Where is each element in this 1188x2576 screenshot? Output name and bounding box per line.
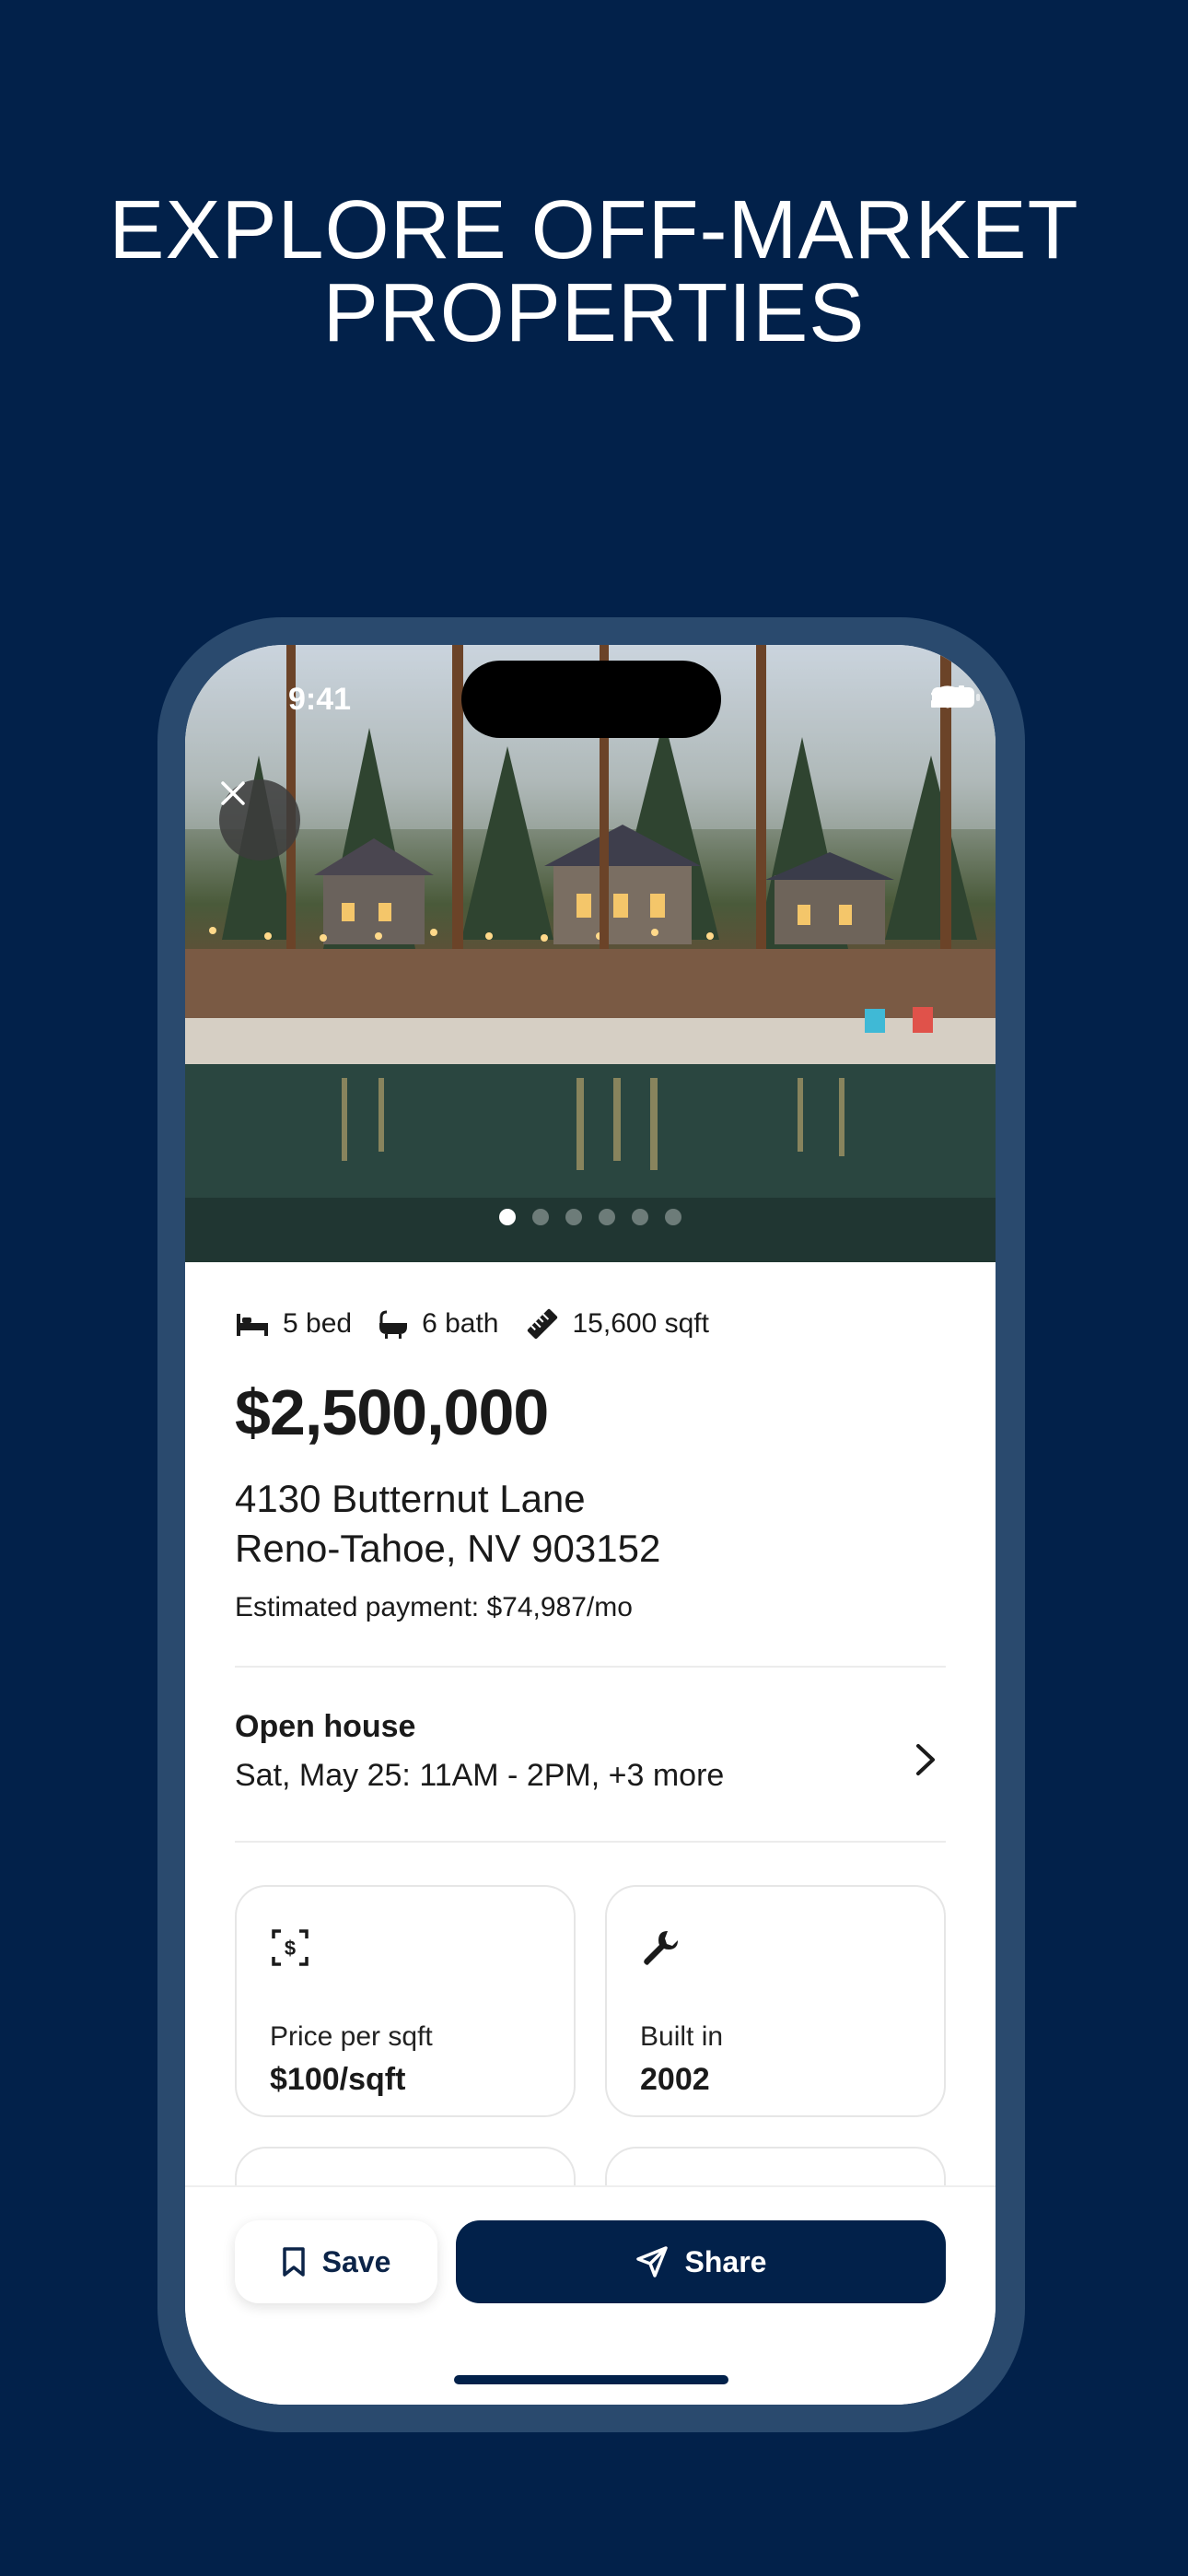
phone-screen: 9:41 5 bed 6 bath 15,600 sqft $2,500,000… xyxy=(185,645,996,2405)
gallery-dot[interactable] xyxy=(599,1209,615,1225)
gallery-dot[interactable] xyxy=(499,1209,516,1225)
divider xyxy=(235,1666,946,1668)
home-indicator xyxy=(454,2375,728,2384)
headline-line-2: PROPERTIES xyxy=(322,267,866,359)
fact-label: Built in xyxy=(640,2021,724,2052)
spec-beds: 5 bed xyxy=(235,1308,352,1340)
ruler-icon xyxy=(527,1308,557,1340)
save-button[interactable]: Save xyxy=(235,2220,437,2303)
gallery-dot[interactable] xyxy=(632,1209,648,1225)
divider xyxy=(235,1841,946,1843)
gallery-pagination xyxy=(185,1209,996,1225)
gallery-dot[interactable] xyxy=(532,1209,549,1225)
fact-card-price-per-sqft: $ Price per sqft $100/sqft xyxy=(235,1885,576,2117)
wrench-icon xyxy=(644,1931,678,1965)
share-button-label: Share xyxy=(684,2244,767,2278)
gallery-dot[interactable] xyxy=(665,1209,681,1225)
bed-icon xyxy=(237,1314,268,1336)
battery-icon xyxy=(932,687,980,708)
fact-label: Price per sqft xyxy=(270,2021,433,2052)
status-bar-time: 9:41 xyxy=(288,682,352,717)
address-line-2: Reno-Tahoe, NV 903152 xyxy=(235,1527,661,1570)
save-button-label: Save xyxy=(321,2244,391,2278)
dollar-scan-icon: $ xyxy=(272,1929,309,1966)
headline-line-1: EXPLORE OFF-MARKET xyxy=(109,184,1079,276)
bathtub-icon xyxy=(379,1310,408,1339)
send-icon xyxy=(635,2246,668,2277)
close-button[interactable] xyxy=(219,779,300,861)
address-line-1: 4130 Butternut Lane xyxy=(235,1477,586,1520)
property-specs: 5 bed 6 bath 15,600 sqft xyxy=(235,1306,709,1341)
spec-beds-label: 5 bed xyxy=(283,1308,353,1339)
listing-price: $2,500,000 xyxy=(235,1376,549,1448)
bookmark-icon xyxy=(282,2247,305,2277)
dynamic-island xyxy=(461,661,721,738)
fact-value: $100/sqft xyxy=(270,2062,406,2097)
spec-area-label: 15,600 sqft xyxy=(572,1308,709,1339)
fact-value: 2002 xyxy=(640,2062,710,2097)
gallery-dot[interactable] xyxy=(565,1209,582,1225)
open-house-title: Open house xyxy=(235,1709,416,1744)
spec-area: 15,600 sqft xyxy=(525,1306,709,1341)
share-button[interactable]: Share xyxy=(456,2220,946,2303)
bottom-action-bar: Save Share xyxy=(185,2185,996,2405)
open-house-row[interactable]: Open house Sat, May 25: 11AM - 2PM, +3 m… xyxy=(235,1709,946,1820)
close-icon xyxy=(221,781,245,805)
estimated-payment: Estimated payment: $74,987/mo xyxy=(235,1592,633,1622)
property-photo[interactable]: 9:41 xyxy=(185,645,996,1262)
spec-baths: 6 bath xyxy=(378,1308,499,1340)
chevron-right-icon xyxy=(916,1744,935,1775)
svg-text:$: $ xyxy=(285,1937,296,1960)
open-house-schedule: Sat, May 25: 11AM - 2PM, +3 more xyxy=(235,1758,725,1793)
spec-baths-label: 6 bath xyxy=(422,1308,499,1339)
listing-address: 4130 Butternut Lane Reno-Tahoe, NV 90315… xyxy=(235,1474,660,1574)
fact-card-built-in: Built in 2002 xyxy=(605,1885,946,2117)
headline: EXPLORE OFF-MARKET PROPERTIES xyxy=(0,189,1188,355)
